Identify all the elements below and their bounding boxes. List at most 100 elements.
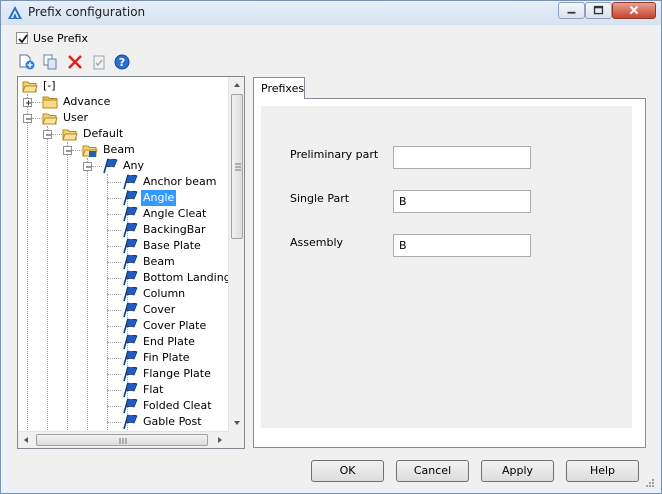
tree-item-label: Column — [143, 287, 186, 300]
apply-button[interactable]: Apply — [481, 460, 554, 482]
tree-vertical-scrollbar[interactable] — [228, 77, 245, 431]
tree-connector — [107, 342, 121, 344]
close-button[interactable] — [612, 2, 656, 19]
minimize-icon — [567, 11, 576, 14]
tree-connector — [32, 118, 42, 120]
assembly-label: Assembly — [290, 236, 344, 249]
help-icon: ? — [114, 54, 130, 70]
svg-text:?: ? — [119, 56, 125, 69]
collapse-toggle[interactable] — [23, 114, 32, 123]
grip-icon — [119, 438, 127, 444]
copy-icon — [43, 54, 57, 70]
preliminary-part-input[interactable] — [393, 146, 531, 169]
ok-button[interactable]: OK — [311, 460, 384, 482]
tree-connector — [107, 422, 121, 424]
scrollbar-corner — [228, 431, 244, 448]
add-icon — [19, 54, 35, 70]
copy-button[interactable] — [42, 53, 60, 71]
tree-connector — [107, 214, 121, 216]
window-title: Prefix configuration — [28, 5, 146, 19]
tree-connector — [107, 310, 121, 312]
tree-connector — [87, 158, 89, 430]
tree-item-label: Fin Plate — [143, 351, 190, 364]
prefix-tree[interactable]: [-] Advance User Default Beam Any Anchor… — [17, 76, 245, 449]
tab-prefixes[interactable]: Prefixes — [253, 77, 305, 99]
flag-icon — [123, 382, 138, 398]
flag-icon — [123, 286, 138, 302]
scroll-thumb[interactable] — [231, 94, 243, 239]
folder-open-icon — [42, 113, 58, 125]
cancel-button[interactable]: Cancel — [396, 460, 469, 482]
scroll-up-icon[interactable] — [229, 77, 245, 93]
maximize-icon — [593, 5, 604, 15]
tree-connector — [67, 142, 69, 430]
single-part-label: Single Part — [290, 192, 350, 205]
tree-connector — [107, 278, 121, 280]
tree-item-label: End Plate — [143, 335, 195, 348]
tree-item-label: User — [63, 111, 89, 124]
minimize-button[interactable] — [558, 2, 585, 19]
collapse-toggle[interactable] — [63, 146, 72, 155]
flag-icon — [123, 334, 138, 350]
tree-connector — [107, 326, 121, 328]
tree-connector — [107, 262, 121, 264]
resize-grip-icon[interactable] — [645, 478, 655, 488]
flag-icon — [123, 366, 138, 382]
clipboard-button[interactable] — [90, 53, 108, 71]
scroll-thumb[interactable] — [36, 434, 208, 446]
grip-icon — [235, 163, 241, 171]
tree-item-label: Angle Cleat — [143, 207, 207, 220]
folder-open-icon — [82, 145, 98, 157]
tree-connector — [72, 150, 82, 152]
flag-icon — [123, 318, 138, 334]
close-icon — [629, 5, 639, 15]
maximize-button[interactable] — [585, 2, 612, 19]
scroll-down-icon[interactable] — [229, 415, 245, 431]
tree-item-label: Anchor beam — [143, 175, 217, 188]
tree-horizontal-scrollbar[interactable] — [18, 431, 228, 448]
single-part-input[interactable] — [393, 190, 531, 213]
tree-item-label: Bottom Landing — [143, 271, 231, 284]
tree-item-label: Folded Cleat — [143, 399, 212, 412]
title-bar: Prefix configuration — [1, 1, 661, 25]
tree-item-label: Cover Plate — [143, 319, 207, 332]
preliminary-part-label: Preliminary part — [290, 148, 379, 161]
delete-icon — [68, 55, 82, 69]
app-logo-icon — [8, 6, 22, 19]
use-prefix-checkbox[interactable] — [16, 32, 28, 44]
use-prefix-label: Use Prefix — [33, 32, 88, 45]
add-button[interactable] — [18, 53, 36, 71]
prefixes-group: Preliminary part Single Part Assembly — [261, 106, 632, 428]
tree-item-label: Any — [123, 159, 145, 172]
tree-item-label: Beam — [143, 255, 175, 268]
folder-open-icon — [62, 129, 78, 141]
flag-icon — [123, 222, 138, 238]
flag-icon — [123, 414, 138, 430]
expand-toggle[interactable] — [23, 98, 32, 107]
scroll-right-icon[interactable] — [212, 432, 228, 448]
collapse-toggle[interactable] — [43, 130, 52, 139]
checkmark-icon — [18, 34, 28, 44]
help-toolbar-button[interactable]: ? — [113, 53, 131, 71]
assembly-input[interactable] — [393, 234, 531, 257]
scroll-left-icon[interactable] — [18, 432, 34, 448]
flag-icon — [123, 206, 138, 222]
tree-connector — [107, 182, 121, 184]
delete-button[interactable] — [66, 53, 84, 71]
tree-connector — [92, 166, 102, 168]
flag-icon — [123, 350, 138, 366]
tree-item-label: Flat — [143, 383, 164, 396]
tree-item-label: Flange Plate — [143, 367, 211, 380]
flag-icon — [103, 158, 118, 174]
flag-icon — [123, 302, 138, 318]
tree-connector — [107, 358, 121, 360]
tree-item-label: Beam — [103, 143, 135, 156]
tree-item-label: Angle — [141, 190, 177, 206]
help-button[interactable]: Help — [566, 460, 639, 482]
flag-icon — [123, 398, 138, 414]
collapse-toggle[interactable] — [83, 162, 92, 171]
tree-connector — [47, 126, 49, 430]
tree-item-label: BackingBar — [143, 223, 206, 236]
flag-icon — [123, 238, 138, 254]
tab-label: Prefixes — [261, 82, 305, 95]
